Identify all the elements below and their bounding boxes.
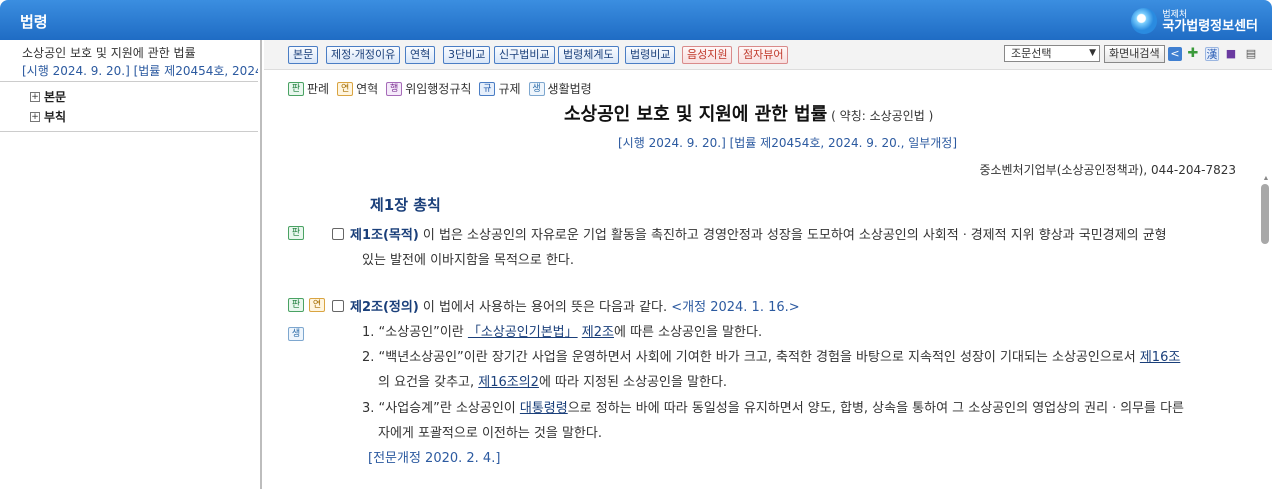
tree-item-addenda[interactable]: + 부칙 (30, 108, 66, 125)
legend-regulation: 규 규제 (479, 80, 521, 97)
legend-history: 연 연혁 (337, 80, 378, 97)
app-title: 법령 (20, 13, 48, 31)
left-panel: 소상공인 보호 및 지원에 관한 법률 [시행 2024. 9. 20.] [법… (0, 40, 262, 489)
link-article-16[interactable]: 제16조 (1140, 350, 1180, 365)
legend-precedent: 판 판례 (288, 80, 329, 97)
article-1-line-1: 제1조(목적) 이 법은 소상공인의 자유로운 기업 활동을 촉진하고 경영안정… (350, 228, 1167, 243)
print-icon[interactable]: ▤ (1244, 47, 1258, 61)
legend-life-law: 생 생활법령 (528, 80, 592, 97)
link-presidential-decree[interactable]: 대통령령 (520, 401, 568, 416)
full-amendment-note[interactable]: [전문개정 2020. 2. 4.] (368, 447, 500, 466)
link-small-business-basic-act[interactable]: 「소상공인기본법」 (468, 325, 578, 340)
tab-body-button[interactable]: 본문 (288, 46, 319, 64)
article-2-item-3: 3. “사업승계”란 소상공인이 대통령령으로 정하는 바에 따라 동일성을 유… (362, 401, 1184, 416)
history-tag[interactable]: 연 (309, 298, 325, 312)
article-1-heading[interactable]: 제1조(목적) (350, 228, 419, 243)
article-2-checkbox[interactable] (332, 300, 344, 312)
department-contact: 중소벤처기업부(소상공인정책과), 044-204-7823 (979, 163, 1236, 177)
left-law-name[interactable]: 소상공인 보호 및 지원에 관한 법률 (22, 44, 196, 61)
voice-support-button[interactable]: 음성지원 (682, 46, 733, 64)
article-2-item-2: 2. “백년소상공인”이란 장기간 사업을 운영하면서 사회에 기여한 바가 크… (362, 350, 1181, 365)
chevron-down-icon: ▼ (1089, 48, 1096, 58)
hanja-icon[interactable]: 漢 (1205, 47, 1219, 61)
precedent-tag[interactable]: 판 (288, 298, 304, 312)
law-compare-button[interactable]: 법령비교 (625, 46, 676, 64)
favorite-add-icon[interactable]: ✚ (1186, 47, 1200, 61)
article-2-heading[interactable]: 제2조(정의) (350, 300, 419, 315)
share-icon[interactable]: < (1168, 47, 1182, 61)
left-law-info: [시행 2024. 9. 20.] [법률 제20454호, 2024. 9. … (22, 64, 258, 78)
article-2-item-3-cont: 자에게 포괄적으로 이전하는 것을 말한다. (378, 426, 602, 441)
logo-mark-icon (1131, 8, 1158, 34)
expand-plus-icon[interactable]: + (30, 111, 40, 122)
life-law-tag[interactable]: 생 (288, 327, 304, 341)
law-effective-info: [시행 2024. 9. 20.] [법률 제20454호, 2024. 9. … (618, 136, 958, 150)
divider (0, 81, 258, 82)
old-new-compare-button[interactable]: 신구법비교 (494, 46, 555, 64)
chapter-heading: 제1장 총칙 (370, 196, 441, 214)
site-logo[interactable]: 법제처 국가법령정보센터 (1131, 6, 1258, 36)
article-1-checkbox[interactable] (332, 228, 344, 240)
link-article-16-2[interactable]: 제16조의2 (478, 375, 539, 390)
link-article-2[interactable]: 제2조 (582, 325, 614, 340)
legend-delegated-rule: 행 위임행정규칙 (386, 80, 471, 97)
expand-plus-icon[interactable]: + (30, 91, 40, 102)
page-title: 소상공인 보호 및 지원에 관한 법률( 약칭: 소상공인법 ) (564, 104, 934, 125)
article-2-item-1: 1. “소상공인”이란 「소상공인기본법」 제2조에 따른 소상공인을 말한다. (362, 325, 763, 340)
three-way-compare-button[interactable]: 3단비교 (443, 46, 491, 64)
precedent-tag[interactable]: 판 (288, 226, 304, 240)
scrollbar-thumb[interactable] (1261, 184, 1269, 244)
logo-big-text: 국가법령정보센터 (1162, 19, 1258, 34)
history-button[interactable]: 연혁 (405, 46, 436, 64)
law-structure-button[interactable]: 법령체계도 (558, 46, 619, 64)
main-content: 본문 제정·개정이유 연혁 3단비교 신구법비교 법령체계도 법령비교 음성지원… (264, 40, 1272, 489)
title-abbreviation: ( 약칭: 소상공인법 ) (831, 109, 934, 123)
tree-item-main[interactable]: + 본문 (30, 88, 66, 105)
article-2-intro: 제2조(정의) 이 법에서 사용하는 용어의 뜻은 다음과 같다. <개정 20… (350, 300, 800, 315)
divider (0, 131, 258, 132)
toolbar: 본문 제정·개정이유 연혁 3단비교 신구법비교 법령체계도 법령비교 음성지원… (264, 40, 1272, 70)
braille-viewer-button[interactable]: 점자뷰어 (738, 46, 789, 64)
article-1-line-2: 있는 발전에 이바지함을 목적으로 한다. (362, 253, 575, 268)
article-select[interactable]: 조문선택 ▼ (1004, 45, 1100, 62)
in-page-search-button[interactable]: 화면내검색 (1104, 45, 1165, 63)
save-icon[interactable]: ■ (1224, 47, 1238, 61)
enactment-reason-button[interactable]: 제정·개정이유 (326, 46, 401, 64)
amendment-note[interactable]: <개정 2024. 1. 16.> (667, 300, 799, 315)
legend: 판 판례 연 연혁 행 위임행정규칙 규 규제 생 생활법령 (288, 80, 600, 97)
app-header: 법령 법제처 국가법령정보센터 (0, 0, 1272, 40)
article-2-item-2-cont: 의 요건을 갖추고, 제16조의2에 따라 지정된 소상공인을 말한다. (378, 375, 728, 390)
